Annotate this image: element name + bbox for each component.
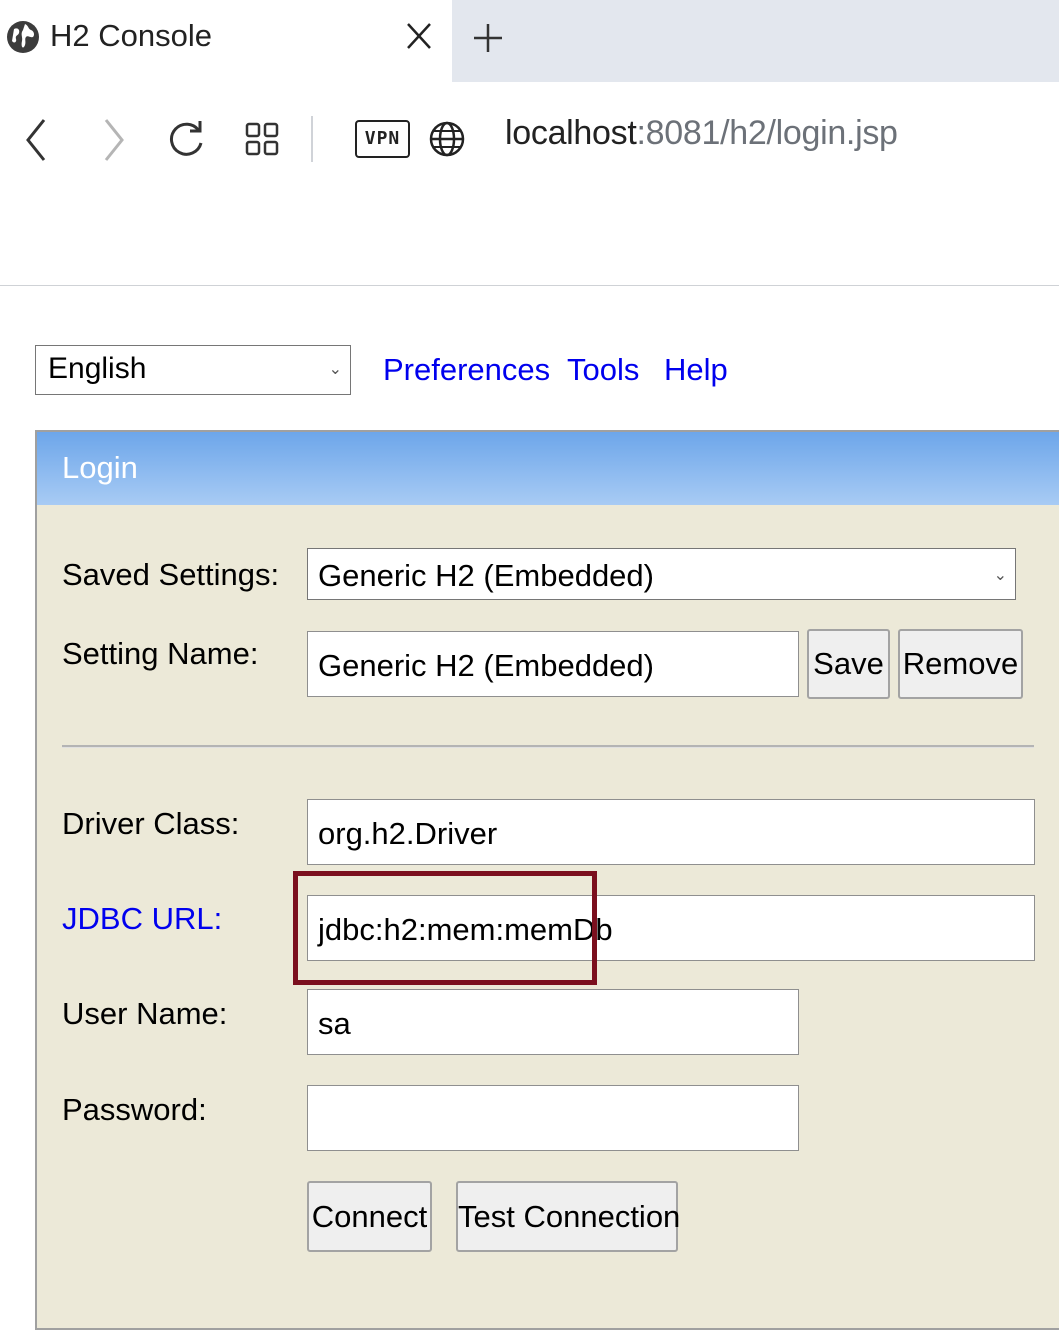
chevron-down-icon: ⌄	[328, 361, 342, 378]
setting-name-value: Generic H2 (Embedded)	[318, 648, 654, 683]
toolbar-divider	[311, 116, 313, 162]
test-connection-button[interactable]: Test Connection	[456, 1181, 680, 1252]
preferences-link[interactable]: Preferences	[383, 352, 550, 388]
save-button[interactable]: Save	[807, 629, 890, 699]
tab-strip-empty-area[interactable]	[452, 0, 1059, 82]
new-tab-icon[interactable]	[470, 18, 506, 58]
speed-dial-icon[interactable]	[245, 122, 279, 156]
back-icon[interactable]	[24, 116, 48, 164]
saved-settings-select[interactable]: Generic H2 (Embedded) ⌄	[307, 548, 1016, 600]
url-host: localhost	[505, 114, 637, 152]
saved-settings-label: Saved Settings:	[62, 557, 280, 592]
login-title: Login	[62, 450, 138, 485]
password-label: Password:	[62, 1092, 207, 1127]
jdbc-url-label[interactable]: JDBC URL:	[62, 901, 222, 937]
browser-tab[interactable]: H2 Console	[0, 0, 452, 82]
driver-class-field[interactable]: org.h2.Driver	[307, 799, 1035, 865]
saved-settings-value: Generic H2 (Embedded)	[318, 558, 654, 593]
toolbar-bottom-border	[0, 285, 1059, 286]
setting-name-label: Setting Name:	[62, 636, 259, 671]
chevron-down-icon: ⌄	[993, 567, 1007, 584]
driver-class-label: Driver Class:	[62, 806, 240, 841]
forward-icon[interactable]	[102, 116, 126, 164]
globe-favicon-icon	[7, 21, 39, 53]
login-panel-header	[37, 432, 1059, 505]
highlight-box	[293, 871, 597, 985]
remove-button[interactable]: Remove	[898, 629, 1023, 699]
settings-divider	[62, 745, 1034, 748]
user-name-value: sa	[318, 1006, 351, 1041]
site-info-globe-icon[interactable]	[428, 120, 466, 158]
setting-name-field[interactable]: Generic H2 (Embedded)	[307, 631, 799, 697]
user-name-field[interactable]: sa	[307, 989, 799, 1055]
connect-button[interactable]: Connect	[307, 1181, 432, 1252]
user-name-label: User Name:	[62, 996, 228, 1031]
address-bar-url[interactable]: localhost:8081/h2/login.jsp	[505, 114, 898, 153]
password-field[interactable]	[307, 1085, 799, 1151]
tools-link[interactable]: Tools	[567, 352, 639, 388]
vpn-badge[interactable]: VPN	[355, 120, 410, 158]
language-select-value: English	[48, 352, 147, 385]
reload-icon[interactable]	[168, 119, 206, 159]
url-path: :8081/h2/login.jsp	[636, 114, 898, 152]
close-tab-icon[interactable]	[402, 16, 436, 56]
language-select[interactable]: English ⌄	[35, 345, 351, 395]
driver-class-value: org.h2.Driver	[318, 816, 498, 851]
help-link[interactable]: Help	[664, 352, 728, 388]
tab-title: H2 Console	[50, 18, 212, 53]
